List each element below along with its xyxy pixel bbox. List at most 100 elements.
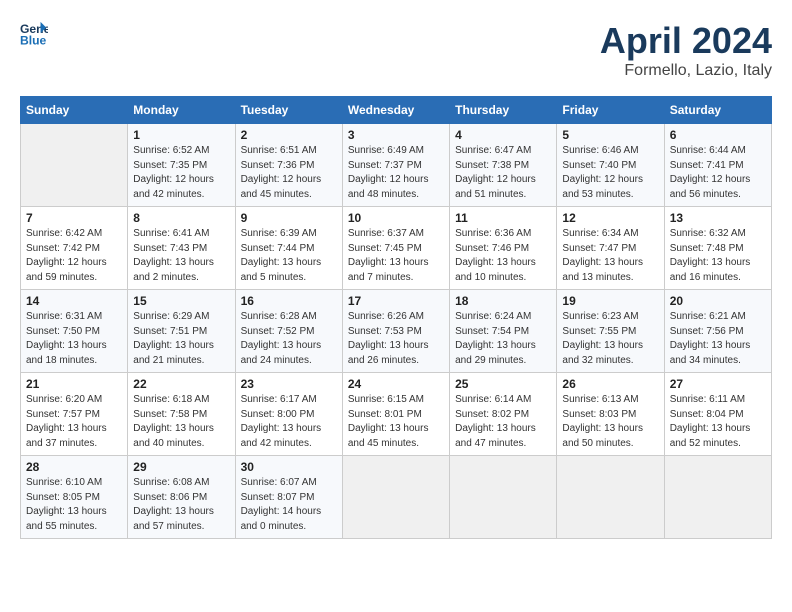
calendar-cell: 10 Sunrise: 6:37 AMSunset: 7:45 PMDayligh… (342, 207, 449, 290)
calendar-table: SundayMondayTuesdayWednesdayThursdayFrid… (20, 96, 772, 539)
day-number: 18 (455, 294, 551, 308)
day-number: 23 (241, 377, 337, 391)
calendar-cell: 5Sunrise: 6:46 AMSunset: 7:40 PMDaylight… (557, 124, 664, 207)
day-number: 3 (348, 128, 444, 142)
day-info: Sunrise: 6:20 AMSunset: 7:57 PMDaylight:… (26, 393, 122, 451)
day-number: 6 (670, 128, 766, 142)
day-info: Sunrise: 6:42 AMSunset: 7:42 PMDaylight:… (26, 227, 122, 285)
calendar-cell: 26 Sunrise: 6:13 AMSunset: 8:03 PMDayligh… (557, 373, 664, 456)
calendar-cell: 28 Sunrise: 6:10 AMSunset: 8:05 PMDayligh… (21, 456, 128, 539)
day-number: 14 (26, 294, 122, 308)
calendar-cell: 17Sunrise: 6:26 AMSunset: 7:53 PMDayligh… (342, 290, 449, 373)
weekday-header-thursday: Thursday (450, 97, 557, 124)
weekday-header-wednesday: Wednesday (342, 97, 449, 124)
day-info: Sunrise: 6:29 AMSunset: 7:51 PMDaylight:… (133, 310, 229, 368)
weekday-header-friday: Friday (557, 97, 664, 124)
day-info: Sunrise: 6:13 AMSunset: 8:03 PMDaylight:… (562, 393, 658, 451)
calendar-cell: 6Sunrise: 6:44 AMSunset: 7:41 PMDaylight… (664, 124, 771, 207)
calendar-cell: 29 Sunrise: 6:08 AMSunset: 8:06 PMDayligh… (128, 456, 235, 539)
location-subtitle: Formello, Lazio, Italy (600, 62, 772, 80)
calendar-week-4: 21 Sunrise: 6:20 AMSunset: 7:57 PMDayligh… (21, 373, 772, 456)
calendar-cell (557, 456, 664, 539)
calendar-cell: 30 Sunrise: 6:07 AMSunset: 8:07 PMDayligh… (235, 456, 342, 539)
day-info: Sunrise: 6:41 AMSunset: 7:43 PMDaylight:… (133, 227, 229, 285)
calendar-cell: 7 Sunrise: 6:42 AMSunset: 7:42 PMDaylight… (21, 207, 128, 290)
day-number: 1 (133, 128, 229, 142)
calendar-cell: 25 Sunrise: 6:14 AMSunset: 8:02 PMDayligh… (450, 373, 557, 456)
calendar-body: 1Sunrise: 6:52 AMSunset: 7:35 PMDaylight… (21, 124, 772, 539)
weekday-header-sunday: Sunday (21, 97, 128, 124)
day-info: Sunrise: 6:08 AMSunset: 8:06 PMDaylight:… (133, 476, 229, 534)
day-info: Sunrise: 6:37 AMSunset: 7:45 PMDaylight:… (348, 227, 444, 285)
calendar-cell (342, 456, 449, 539)
day-number: 22 (133, 377, 229, 391)
calendar-cell: 21 Sunrise: 6:20 AMSunset: 7:57 PMDayligh… (21, 373, 128, 456)
calendar-cell (21, 124, 128, 207)
day-number: 24 (348, 377, 444, 391)
day-number: 26 (562, 377, 658, 391)
calendar-week-5: 28 Sunrise: 6:10 AMSunset: 8:05 PMDayligh… (21, 456, 772, 539)
calendar-cell (450, 456, 557, 539)
calendar-week-3: 14 Sunrise: 6:31 AMSunset: 7:50 PMDayligh… (21, 290, 772, 373)
weekday-header-saturday: Saturday (664, 97, 771, 124)
day-info: Sunrise: 6:51 AMSunset: 7:36 PMDaylight:… (241, 144, 337, 202)
day-info: Sunrise: 6:23 AMSunset: 7:55 PMDaylight:… (562, 310, 658, 368)
calendar-week-1: 1Sunrise: 6:52 AMSunset: 7:35 PMDaylight… (21, 124, 772, 207)
day-info: Sunrise: 6:39 AMSunset: 7:44 PMDaylight:… (241, 227, 337, 285)
day-info: Sunrise: 6:47 AMSunset: 7:38 PMDaylight:… (455, 144, 551, 202)
day-number: 12 (562, 211, 658, 225)
day-number: 13 (670, 211, 766, 225)
calendar-cell: 22Sunrise: 6:18 AMSunset: 7:58 PMDayligh… (128, 373, 235, 456)
day-number: 19 (562, 294, 658, 308)
calendar-header: SundayMondayTuesdayWednesdayThursdayFrid… (21, 97, 772, 124)
calendar-cell: 1Sunrise: 6:52 AMSunset: 7:35 PMDaylight… (128, 124, 235, 207)
day-number: 4 (455, 128, 551, 142)
day-info: Sunrise: 6:17 AMSunset: 8:00 PMDaylight:… (241, 393, 337, 451)
title-block: April 2024 Formello, Lazio, Italy (600, 20, 772, 80)
calendar-cell: 23 Sunrise: 6:17 AMSunset: 8:00 PMDayligh… (235, 373, 342, 456)
day-info: Sunrise: 6:07 AMSunset: 8:07 PMDaylight:… (241, 476, 337, 534)
day-number: 29 (133, 460, 229, 474)
calendar-cell: 18 Sunrise: 6:24 AMSunset: 7:54 PMDayligh… (450, 290, 557, 373)
calendar-cell: 3Sunrise: 6:49 AMSunset: 7:37 PMDaylight… (342, 124, 449, 207)
day-number: 17 (348, 294, 444, 308)
day-info: Sunrise: 6:24 AMSunset: 7:54 PMDaylight:… (455, 310, 551, 368)
day-number: 15 (133, 294, 229, 308)
day-number: 25 (455, 377, 551, 391)
day-info: Sunrise: 6:36 AMSunset: 7:46 PMDaylight:… (455, 227, 551, 285)
day-info: Sunrise: 6:15 AMSunset: 8:01 PMDaylight:… (348, 393, 444, 451)
day-number: 21 (26, 377, 122, 391)
calendar-cell: 24 Sunrise: 6:15 AMSunset: 8:01 PMDayligh… (342, 373, 449, 456)
day-info: Sunrise: 6:11 AMSunset: 8:04 PMDaylight:… (670, 393, 766, 451)
svg-text:Blue: Blue (20, 33, 47, 47)
logo: General Blue (20, 20, 48, 48)
weekday-header-tuesday: Tuesday (235, 97, 342, 124)
day-number: 16 (241, 294, 337, 308)
calendar-cell: 16Sunrise: 6:28 AMSunset: 7:52 PMDayligh… (235, 290, 342, 373)
day-number: 9 (241, 211, 337, 225)
calendar-cell: 20Sunrise: 6:21 AMSunset: 7:56 PMDayligh… (664, 290, 771, 373)
day-info: Sunrise: 6:21 AMSunset: 7:56 PMDaylight:… (670, 310, 766, 368)
day-number: 30 (241, 460, 337, 474)
day-info: Sunrise: 6:14 AMSunset: 8:02 PMDaylight:… (455, 393, 551, 451)
calendar-cell: 15 Sunrise: 6:29 AMSunset: 7:51 PMDayligh… (128, 290, 235, 373)
calendar-cell: 27 Sunrise: 6:11 AMSunset: 8:04 PMDayligh… (664, 373, 771, 456)
calendar-cell: 11Sunrise: 6:36 AMSunset: 7:46 PMDayligh… (450, 207, 557, 290)
day-info: Sunrise: 6:10 AMSunset: 8:05 PMDaylight:… (26, 476, 122, 534)
page-header: General Blue April 2024 Formello, Lazio,… (20, 20, 772, 80)
day-number: 27 (670, 377, 766, 391)
month-title: April 2024 (600, 20, 772, 62)
calendar-week-2: 7 Sunrise: 6:42 AMSunset: 7:42 PMDaylight… (21, 207, 772, 290)
calendar-cell: 12Sunrise: 6:34 AMSunset: 7:47 PMDayligh… (557, 207, 664, 290)
day-number: 2 (241, 128, 337, 142)
day-number: 5 (562, 128, 658, 142)
calendar-cell: 14 Sunrise: 6:31 AMSunset: 7:50 PMDayligh… (21, 290, 128, 373)
day-info: Sunrise: 6:31 AMSunset: 7:50 PMDaylight:… (26, 310, 122, 368)
calendar-cell: 8Sunrise: 6:41 AMSunset: 7:43 PMDaylight… (128, 207, 235, 290)
calendar-cell: 13Sunrise: 6:32 AMSunset: 7:48 PMDayligh… (664, 207, 771, 290)
calendar-cell: 4 Sunrise: 6:47 AMSunset: 7:38 PMDaylight… (450, 124, 557, 207)
day-number: 10 (348, 211, 444, 225)
calendar-cell (664, 456, 771, 539)
day-number: 7 (26, 211, 122, 225)
day-number: 28 (26, 460, 122, 474)
